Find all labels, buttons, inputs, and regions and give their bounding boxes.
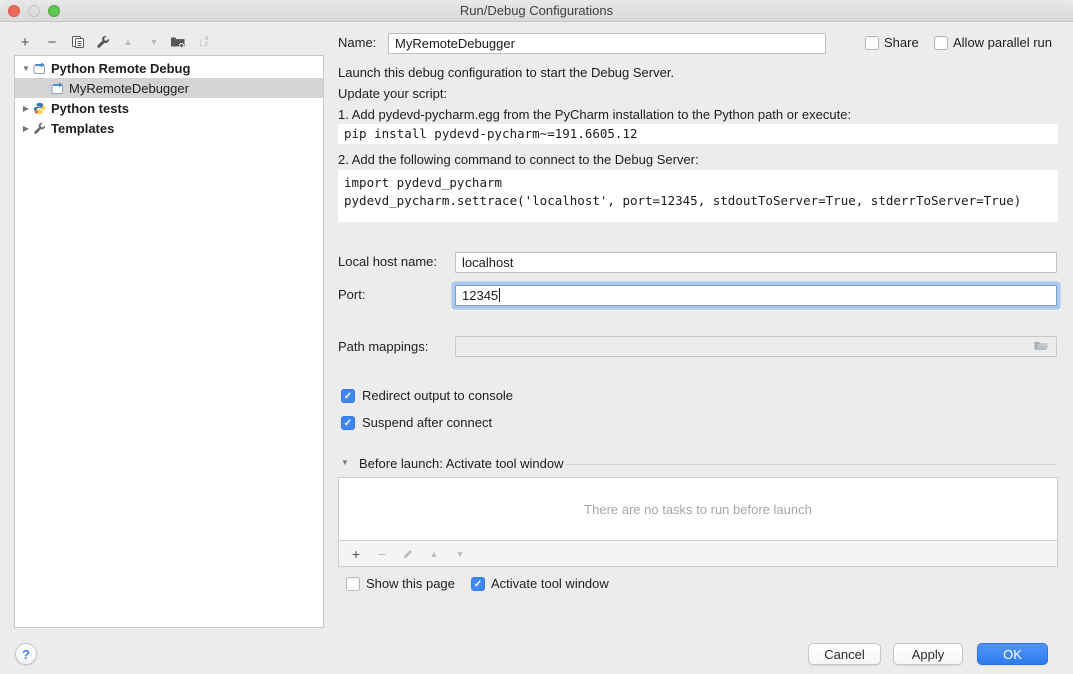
triangle-down-icon: ▼ [456, 549, 465, 559]
plus-icon: + [352, 546, 360, 562]
section-divider [566, 464, 1057, 465]
path-mappings-input[interactable] [455, 336, 1057, 357]
empty-task-list-text: There are no tasks to run before launch [584, 502, 812, 517]
show-this-page-checkbox[interactable]: ✓ [346, 577, 360, 591]
window-title: Run/Debug Configurations [0, 0, 1073, 21]
move-up-button[interactable]: ▲ [119, 34, 137, 50]
python-icon [33, 102, 46, 115]
new-folder-button[interactable] [169, 34, 187, 50]
tree-item-label: MyRemoteDebugger [69, 81, 189, 96]
tree-item-label: Python Remote Debug [51, 61, 190, 76]
instruction-line-2: Update your script: [338, 86, 447, 102]
triangle-up-icon: ▲ [430, 549, 439, 559]
apply-button[interactable]: Apply [893, 643, 963, 665]
show-this-page-label[interactable]: Show this page [366, 576, 455, 592]
minimize-window-button[interactable] [28, 5, 40, 17]
run-config-icon [33, 62, 46, 75]
collapse-triangle-icon[interactable]: ▶ [21, 104, 31, 113]
before-launch-toolbar: + − ▲ ▼ [338, 541, 1058, 567]
tree-item-myremotedebugger[interactable]: MyRemoteDebugger [15, 78, 323, 98]
suspend-after-connect-label[interactable]: Suspend after connect [362, 415, 492, 431]
minus-icon: − [48, 34, 57, 51]
ok-button[interactable]: OK [977, 643, 1048, 665]
copy-icon [71, 35, 85, 49]
local-host-name-label: Local host name: [338, 254, 437, 270]
remove-task-button[interactable]: − [373, 545, 391, 562]
triangle-down-icon: ▼ [150, 37, 159, 47]
port-label: Port: [338, 287, 365, 303]
path-mappings-label: Path mappings: [338, 339, 428, 355]
allow-parallel-run-label[interactable]: Allow parallel run [953, 35, 1052, 51]
zoom-window-button[interactable] [48, 5, 60, 17]
move-down-button[interactable]: ▼ [145, 34, 163, 50]
question-mark-icon: ? [22, 647, 30, 662]
folder-plus-icon [170, 35, 186, 49]
share-checkbox[interactable]: ✓ [865, 36, 879, 50]
move-task-up-button[interactable]: ▲ [425, 545, 443, 562]
titlebar: Run/Debug Configurations [0, 0, 1073, 22]
redirect-output-label[interactable]: Redirect output to console [362, 388, 513, 404]
port-input[interactable]: 12345 [455, 285, 1057, 306]
plus-icon: + [21, 34, 30, 51]
copy-configuration-button[interactable] [69, 34, 87, 50]
share-checkbox-label[interactable]: Share [884, 35, 919, 51]
tree-item-python-remote-debug[interactable]: ▼ Python Remote Debug [15, 58, 323, 78]
pencil-icon [402, 548, 414, 560]
remove-configuration-button[interactable]: − [43, 34, 61, 50]
wrench-icon [96, 35, 110, 49]
tree-item-label: Python tests [51, 101, 129, 116]
open-folder-icon [1033, 339, 1049, 353]
expand-triangle-icon[interactable]: ▼ [21, 64, 31, 73]
port-value: 12345 [462, 288, 498, 303]
activate-tool-window-checkbox[interactable]: ✓ [471, 577, 485, 591]
pip-install-code: pip install pydevd-pycharm~=191.6605.12 [338, 124, 1058, 144]
collapse-section-triangle[interactable]: ▼ [341, 458, 349, 467]
tree-item-templates[interactable]: ▶ Templates [15, 118, 323, 138]
run-config-icon [51, 82, 64, 95]
collapse-triangle-icon[interactable]: ▶ [21, 124, 31, 133]
text-caret [499, 288, 500, 302]
settrace-code: import pydevd_pycharm pydevd_pycharm.set… [338, 170, 1058, 222]
close-window-button[interactable] [8, 5, 20, 17]
run-debug-configurations-dialog: Run/Debug Configurations + − ▲ ▼ ↓ az ▼ [0, 0, 1073, 674]
sort-alphabetically-icon: ↓ az [198, 35, 209, 49]
tree-item-label: Templates [51, 121, 114, 136]
edit-defaults-button[interactable] [94, 34, 112, 50]
sort-configurations-button[interactable]: ↓ az [194, 34, 212, 50]
tree-item-python-tests[interactable]: ▶ Python tests [15, 98, 323, 118]
code-line-1: import pydevd_pycharm [344, 175, 502, 190]
configurations-tree: ▼ Python Remote Debug MyRemoteDebugger [14, 55, 324, 628]
activate-tool-window-label[interactable]: Activate tool window [491, 576, 609, 592]
name-input[interactable]: MyRemoteDebugger [388, 33, 826, 54]
redirect-output-checkbox[interactable]: ✓ [341, 389, 355, 403]
add-configuration-button[interactable]: + [16, 34, 34, 50]
instruction-step-1: 1. Add pydevd-pycharm.egg from the PyCha… [338, 107, 851, 123]
local-host-name-input[interactable]: localhost [455, 252, 1057, 273]
minus-icon: − [378, 546, 386, 562]
before-launch-header: Before launch: Activate tool window [359, 456, 564, 472]
check-icon: ✓ [344, 391, 352, 402]
allow-parallel-run-checkbox[interactable]: ✓ [934, 36, 948, 50]
check-icon: ✓ [344, 418, 352, 429]
edit-task-button[interactable] [399, 545, 417, 562]
suspend-after-connect-checkbox[interactable]: ✓ [341, 416, 355, 430]
add-task-button[interactable]: + [347, 545, 365, 562]
before-launch-task-list[interactable]: There are no tasks to run before launch [338, 477, 1058, 541]
check-icon: ✓ [474, 579, 482, 590]
move-task-down-button[interactable]: ▼ [451, 545, 469, 562]
triangle-up-icon: ▲ [124, 37, 133, 47]
wrench-icon [33, 122, 46, 135]
cancel-button[interactable]: Cancel [808, 643, 881, 665]
code-line-2: pydevd_pycharm.settrace('localhost', por… [344, 193, 1021, 208]
instruction-line-1: Launch this debug configuration to start… [338, 65, 674, 81]
browse-path-mappings-button[interactable] [1033, 339, 1049, 353]
instruction-step-2: 2. Add the following command to connect … [338, 152, 699, 168]
help-button[interactable]: ? [15, 643, 37, 665]
name-label: Name: [338, 35, 376, 51]
